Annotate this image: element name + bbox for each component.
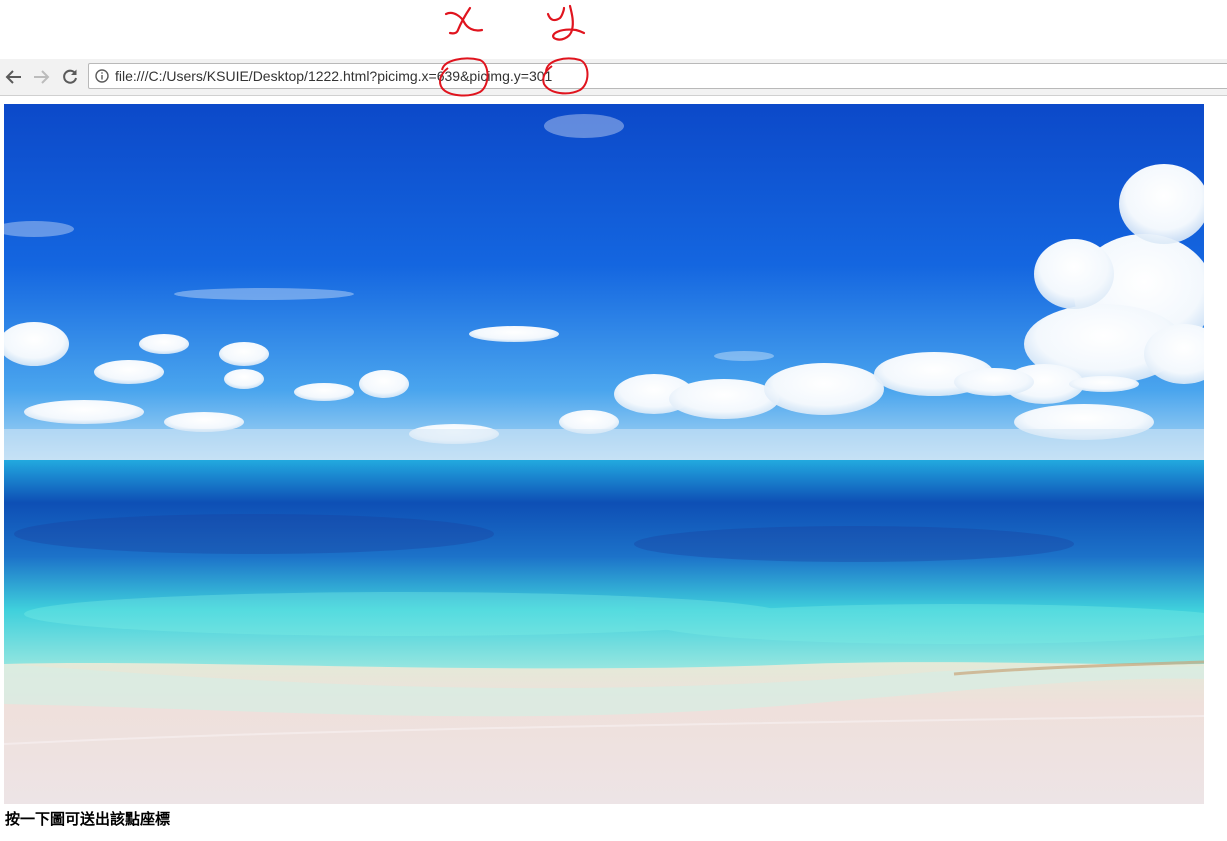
address-bar[interactable]: file:///C:/Users/KSUIE/Desktop/1222.html…	[88, 63, 1227, 89]
info-icon[interactable]	[95, 69, 109, 83]
arrow-right-icon	[34, 70, 50, 84]
annotation-y-mark	[546, 4, 586, 41]
reload-button[interactable]	[59, 66, 81, 88]
address-url: file:///C:/Users/KSUIE/Desktop/1222.html…	[115, 68, 553, 84]
clickable-image-map[interactable]	[4, 104, 1204, 804]
page-caption: 按一下圖可送出該點座標	[5, 810, 171, 828]
reload-icon	[63, 69, 77, 84]
forward-button[interactable]	[30, 66, 52, 88]
browser-toolbar: file:///C:/Users/KSUIE/Desktop/1222.html…	[0, 59, 1227, 96]
beach-photo	[4, 104, 1204, 804]
arrow-left-icon	[5, 70, 21, 84]
annotation-x-mark	[444, 6, 484, 35]
back-button[interactable]	[3, 66, 25, 88]
